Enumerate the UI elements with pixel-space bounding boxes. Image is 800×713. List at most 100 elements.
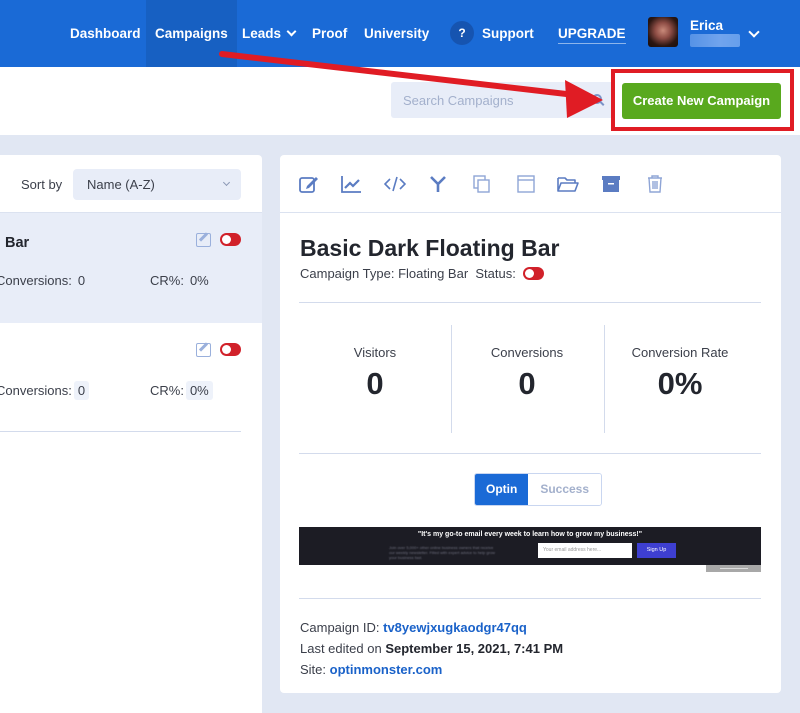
- nav-proof[interactable]: Proof: [312, 0, 347, 67]
- embed-code-icon[interactable]: [383, 174, 407, 194]
- campaign-id-label: Campaign ID:: [300, 620, 380, 635]
- nav-campaigns-label: Campaigns: [155, 26, 228, 41]
- campaign-id-link[interactable]: tv8yewjxugkaodgr47qq: [383, 620, 527, 635]
- sort-label: Sort by: [21, 177, 63, 192]
- nav-leads[interactable]: Leads: [242, 0, 297, 67]
- edit-icon[interactable]: [298, 174, 320, 194]
- nav-dashboard-label: Dashboard: [70, 26, 141, 41]
- divider: [299, 598, 761, 599]
- divider: [299, 453, 761, 454]
- campaign-id-row: Campaign ID: tv8yewjxugkaodgr47qq: [300, 617, 563, 638]
- status-toggle[interactable]: [523, 267, 545, 281]
- status-toggle[interactable]: [220, 343, 241, 356]
- cr-label: CR%:: [150, 383, 184, 398]
- analytics-icon[interactable]: [340, 174, 362, 194]
- nav-proof-label: Proof: [312, 26, 348, 41]
- campaign-name: Bar: [5, 235, 30, 251]
- top-navigation: Dashboard Campaigns Leads Proof Universi…: [0, 0, 800, 67]
- avatar[interactable]: [648, 17, 678, 47]
- sort-row: Sort by Name (A-Z): [0, 155, 262, 213]
- duplicate-icon[interactable]: [471, 174, 493, 194]
- preview-headline: "It's my go-to email every week to learn…: [417, 531, 643, 538]
- search-input[interactable]: [391, 82, 571, 118]
- stat-conversions: Conversions 0: [451, 325, 603, 433]
- stat-value: 0: [518, 366, 536, 401]
- view-tabs: Optin Success: [474, 473, 603, 506]
- divider: [299, 302, 761, 303]
- edit-icon[interactable]: [196, 233, 211, 247]
- nav-campaigns[interactable]: Campaigns: [146, 0, 237, 67]
- trash-icon[interactable]: [644, 174, 666, 194]
- tab-success[interactable]: Success: [528, 474, 602, 505]
- conversions-value: 0: [73, 271, 90, 290]
- stat-conversion-rate: Conversion Rate 0%: [604, 325, 756, 433]
- cr-stat: CR%: 0%: [150, 271, 213, 290]
- campaign-info: Campaign ID: tv8yewjxugkaodgr47qq Last e…: [300, 617, 563, 680]
- stat-visitors: Visitors 0: [299, 325, 451, 433]
- user-account-redacted: [690, 34, 740, 47]
- nav-university[interactable]: University: [364, 0, 429, 67]
- nav-dashboard[interactable]: Dashboard: [70, 0, 141, 67]
- campaign-type-label: Campaign Type:: [300, 266, 395, 281]
- cr-value: 0%: [185, 381, 213, 400]
- status-toggle[interactable]: [220, 233, 241, 246]
- preview-signup-button: Sign Up: [637, 543, 676, 558]
- stat-value: 0: [366, 366, 384, 401]
- sort-select[interactable]: Name (A-Z): [73, 169, 241, 200]
- cr-stat: CR%: 0%: [150, 381, 213, 400]
- campaign-type-value: Floating Bar: [398, 266, 469, 281]
- campaign-preview[interactable]: "It's my go-to email every week to learn…: [299, 527, 761, 565]
- user-menu-chevron-icon[interactable]: [748, 26, 760, 38]
- search-box: [391, 82, 614, 118]
- site-row: Site: optinmonster.com: [300, 659, 563, 680]
- campaign-detail-panel: Basic Dark Floating Bar Campaign Type: F…: [280, 155, 781, 693]
- tab-optin[interactable]: Optin: [475, 474, 529, 505]
- archive-icon[interactable]: [600, 174, 622, 194]
- nav-leads-label: Leads: [242, 26, 282, 41]
- campaign-list-item[interactable]: Bar Conversions: 0 CR%: 0%: [0, 213, 262, 323]
- chevron-down-icon: [222, 178, 231, 187]
- conversions-label: Conversions:: [0, 383, 72, 398]
- preview-window-icon[interactable]: [515, 174, 537, 194]
- nav-upgrade-label: UPGRADE: [558, 25, 626, 44]
- campaign-title: Basic Dark Floating Bar: [300, 235, 560, 261]
- stat-label: Conversions: [490, 345, 564, 360]
- stat-value: 0%: [657, 366, 703, 401]
- campaign-list-item[interactable]: Conversions: 0 CR%: 0%: [0, 323, 262, 433]
- divider: [0, 431, 241, 432]
- nav-upgrade[interactable]: UPGRADE: [558, 0, 626, 67]
- chevron-down-icon: [286, 26, 297, 37]
- cr-label: CR%:: [150, 273, 184, 288]
- edit-icon[interactable]: [196, 343, 211, 357]
- user-name[interactable]: Erica: [690, 18, 723, 33]
- campaign-list-panel: Sort by Name (A-Z) Bar Conversions: 0 CR%…: [0, 155, 262, 713]
- folder-icon[interactable]: [557, 174, 579, 194]
- site-link[interactable]: optinmonster.com: [330, 662, 443, 677]
- status-label: Status:: [475, 266, 516, 281]
- search-icon[interactable]: [592, 94, 602, 104]
- conversions-label: Conversions:: [0, 273, 72, 288]
- preview-email-field: Your email address here...: [538, 543, 632, 558]
- nav-university-label: University: [364, 26, 430, 41]
- cr-value: 0%: [185, 271, 213, 290]
- create-new-campaign-button[interactable]: Create New Campaign: [622, 83, 781, 119]
- split-test-icon[interactable]: [427, 174, 449, 194]
- last-edited-row: Last edited on September 15, 2021, 7:41 …: [300, 638, 563, 659]
- site-label: Site:: [300, 662, 327, 677]
- conversions-value: 0: [73, 381, 90, 400]
- sort-select-value: Name (A-Z): [87, 177, 155, 192]
- question-icon: ?: [450, 21, 474, 46]
- nav-support[interactable]: ? Support: [450, 0, 534, 67]
- subheader: Create New Campaign: [0, 67, 800, 135]
- campaign-meta: Campaign Type: Floating Bar Status:: [300, 266, 545, 281]
- preview-subtext: Join over 5,000+ other online business o…: [389, 545, 496, 560]
- preview-branding-badge: [706, 565, 761, 572]
- stat-label: Conversion Rate: [631, 345, 729, 360]
- last-edited-value: September 15, 2021, 7:41 PM: [385, 641, 564, 656]
- campaign-toolbar: [280, 155, 781, 213]
- nav-support-label: Support: [482, 26, 534, 41]
- stat-label: Visitors: [353, 345, 397, 360]
- conversions-stat: Conversions: 0: [0, 381, 90, 400]
- conversions-stat: Conversions: 0: [0, 271, 90, 290]
- last-edited-label: Last edited on: [300, 641, 382, 656]
